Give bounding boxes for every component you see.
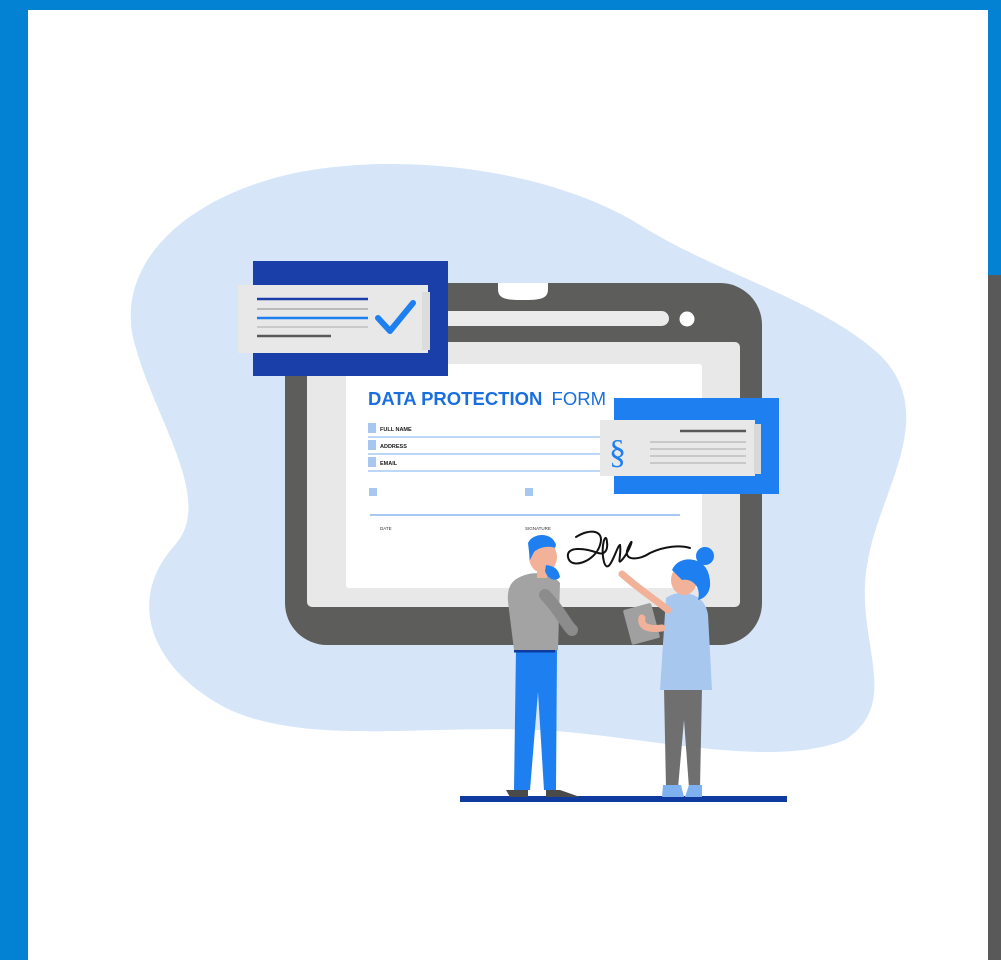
form-title: DATA PROTECTION FORM [368, 388, 606, 409]
checkmark-card [238, 261, 448, 376]
section-sign-icon: § [609, 434, 626, 471]
signature-label: SIGNATURE [525, 526, 551, 531]
field-label-address: ADDRESS [380, 444, 407, 450]
legal-section-card: § [600, 398, 779, 494]
data-protection-illustration: DATA PROTECTION FORM FULL NAME ADDRESS E… [130, 163, 907, 802]
checkbox-left [369, 488, 377, 496]
checkbox-right [525, 488, 533, 496]
ground-line [460, 796, 787, 802]
field-label-email: EMAIL [380, 461, 398, 467]
field-label-full-name: FULL NAME [380, 427, 412, 433]
date-label: DATE [380, 526, 392, 531]
